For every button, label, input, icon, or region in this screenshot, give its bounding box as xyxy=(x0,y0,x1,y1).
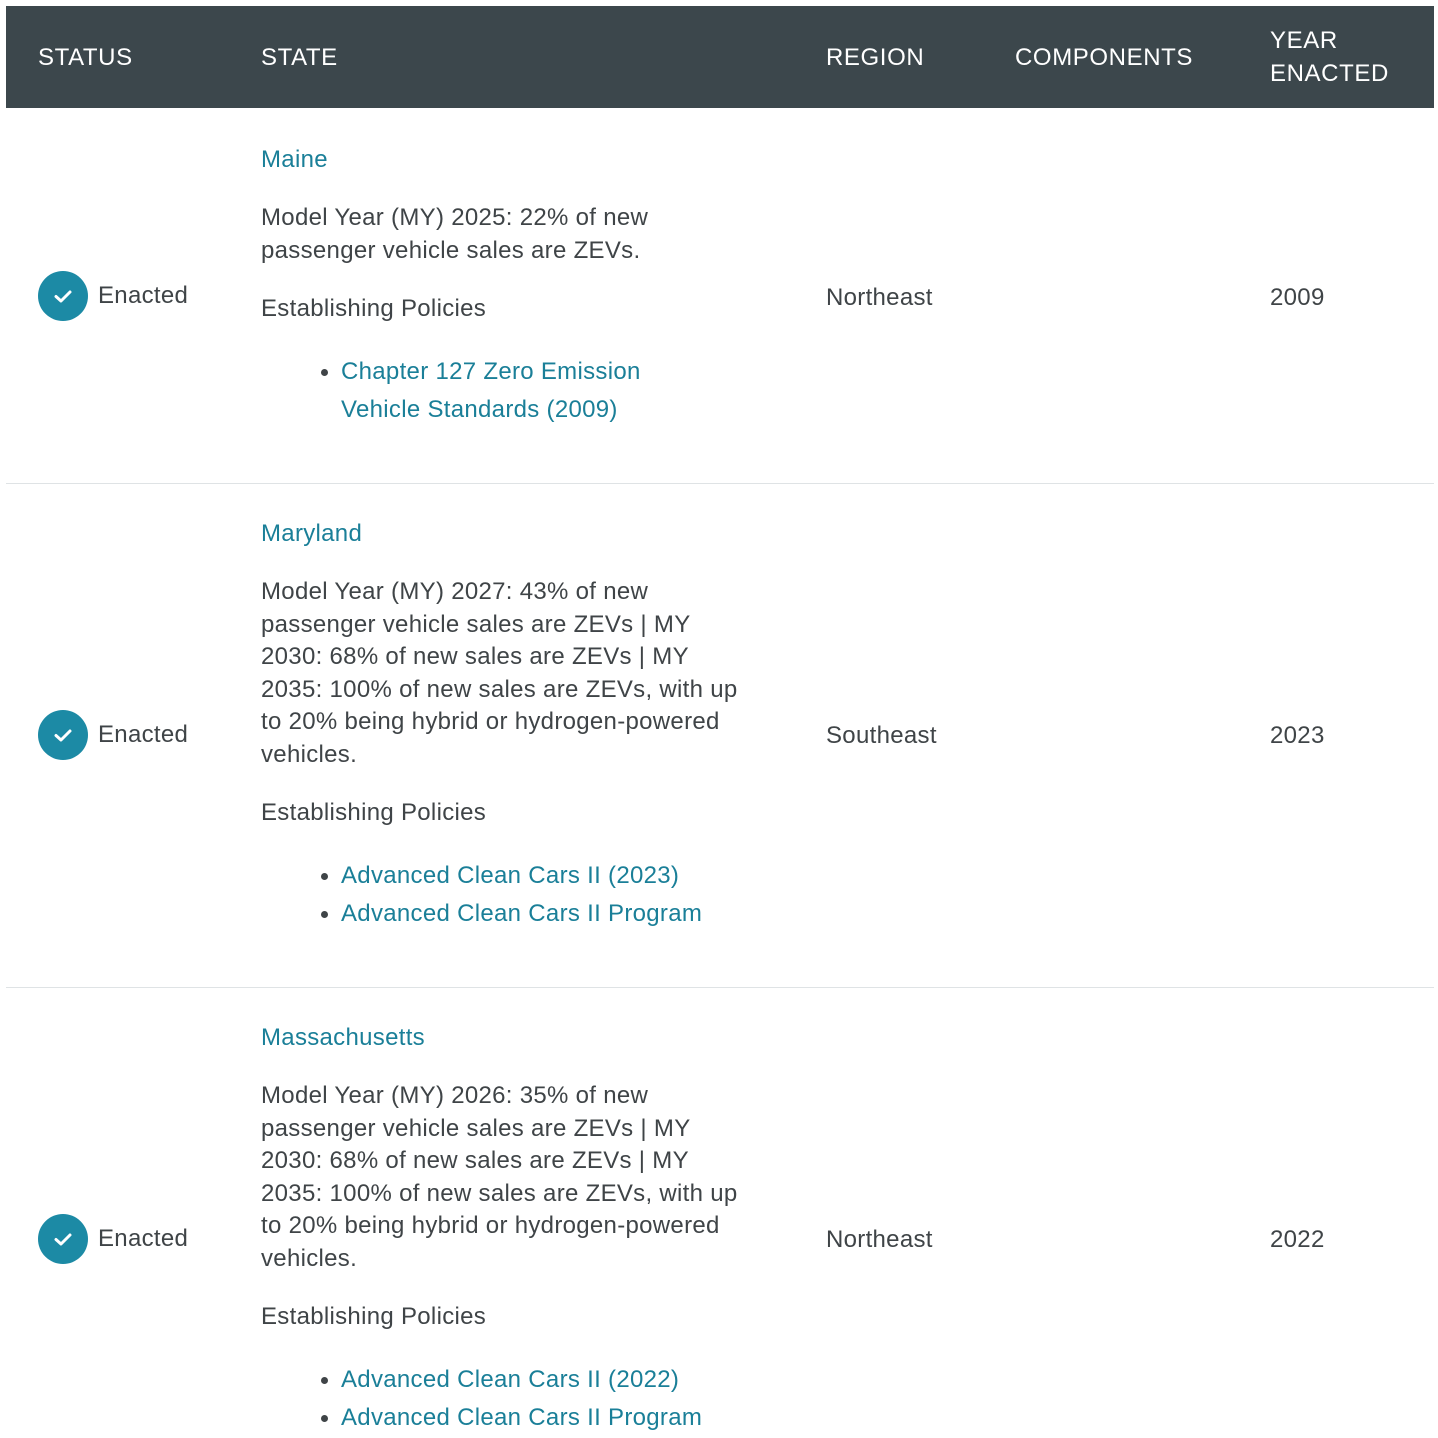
bullet-icon xyxy=(321,369,328,376)
region-cell: Southeast xyxy=(826,722,937,749)
status-label: Enacted xyxy=(98,721,189,748)
bullet-icon xyxy=(321,1377,328,1384)
policy-list: Advanced Clean Cars II (2023) Advanced C… xyxy=(319,857,761,933)
state-cell: Maine Model Year (MY) 2025: 22% of new p… xyxy=(261,144,761,429)
check-circle-icon xyxy=(38,1214,88,1264)
policy-link[interactable]: Advanced Clean Cars II (2023) xyxy=(341,862,679,889)
policy-item: Chapter 127 Zero Emission Vehicle Standa… xyxy=(319,353,679,429)
region-cell: Northeast xyxy=(826,284,933,311)
status-label: Enacted xyxy=(98,1225,189,1252)
check-circle-icon xyxy=(38,710,88,760)
header-state[interactable]: STATE xyxy=(261,6,338,108)
establishing-policies-label: Establishing Policies xyxy=(261,799,487,826)
state-cell: Massachusetts Model Year (MY) 2026: 35% … xyxy=(261,1022,761,1437)
table-row: Enacted Maryland Model Year (MY) 2027: 4… xyxy=(6,484,1434,988)
header-region[interactable]: REGION xyxy=(826,6,924,108)
description: Model Year (MY) 2026: 35% of new passeng… xyxy=(261,1082,738,1272)
year-cell: 2022 xyxy=(1270,1226,1325,1253)
establishing-policies-label: Establishing Policies xyxy=(261,1303,487,1330)
policy-item: Advanced Clean Cars II Program xyxy=(319,1399,739,1437)
header-year-line1: YEAR xyxy=(1270,27,1338,54)
header-year-line2: ENACTED xyxy=(1270,60,1389,87)
status-cell: Enacted xyxy=(38,1214,188,1264)
policy-list: Advanced Clean Cars II (2022) Advanced C… xyxy=(319,1361,761,1437)
bullet-icon xyxy=(321,1415,328,1422)
establishing-policies-label: Establishing Policies xyxy=(261,295,487,322)
state-link[interactable]: Maine xyxy=(261,144,761,176)
policy-link[interactable]: Advanced Clean Cars II Program xyxy=(341,900,702,927)
description: Model Year (MY) 2025: 22% of new passeng… xyxy=(261,204,649,264)
status-label: Enacted xyxy=(98,282,189,309)
header-components[interactable]: COMPONENTS xyxy=(1015,6,1193,108)
check-circle-icon xyxy=(38,271,88,321)
policy-item: Advanced Clean Cars II (2023) xyxy=(319,857,739,895)
bullet-icon xyxy=(321,911,328,918)
policy-link[interactable]: Advanced Clean Cars II Program xyxy=(341,1404,702,1431)
table-row: Enacted Massachusetts Model Year (MY) 20… xyxy=(6,988,1434,1438)
policy-item: Advanced Clean Cars II (2022) xyxy=(319,1361,739,1399)
region-cell: Northeast xyxy=(826,1226,933,1253)
state-link[interactable]: Maryland xyxy=(261,518,761,550)
state-link[interactable]: Massachusetts xyxy=(261,1022,761,1054)
year-cell: 2009 xyxy=(1270,284,1325,311)
policy-link[interactable]: Chapter 127 Zero Emission Vehicle Standa… xyxy=(341,358,641,423)
policy-item: Advanced Clean Cars II Program xyxy=(319,895,739,933)
table-header: STATUS STATE REGION COMPONENTS YEAR ENAC… xyxy=(6,6,1434,108)
year-cell: 2023 xyxy=(1270,722,1325,749)
bullet-icon xyxy=(321,873,328,880)
header-year-enacted[interactable]: YEAR ENACTED xyxy=(1270,6,1420,108)
policy-link[interactable]: Advanced Clean Cars II (2022) xyxy=(341,1366,679,1393)
state-cell: Maryland Model Year (MY) 2027: 43% of ne… xyxy=(261,518,761,933)
header-status[interactable]: STATUS xyxy=(38,6,133,108)
table-row: Enacted Maine Model Year (MY) 2025: 22% … xyxy=(6,108,1434,484)
description: Model Year (MY) 2027: 43% of new passeng… xyxy=(261,578,738,768)
policy-table: STATUS STATE REGION COMPONENTS YEAR ENAC… xyxy=(6,6,1434,1438)
status-cell: Enacted xyxy=(38,710,188,760)
policy-list: Chapter 127 Zero Emission Vehicle Standa… xyxy=(319,353,761,429)
status-cell: Enacted xyxy=(38,271,188,321)
